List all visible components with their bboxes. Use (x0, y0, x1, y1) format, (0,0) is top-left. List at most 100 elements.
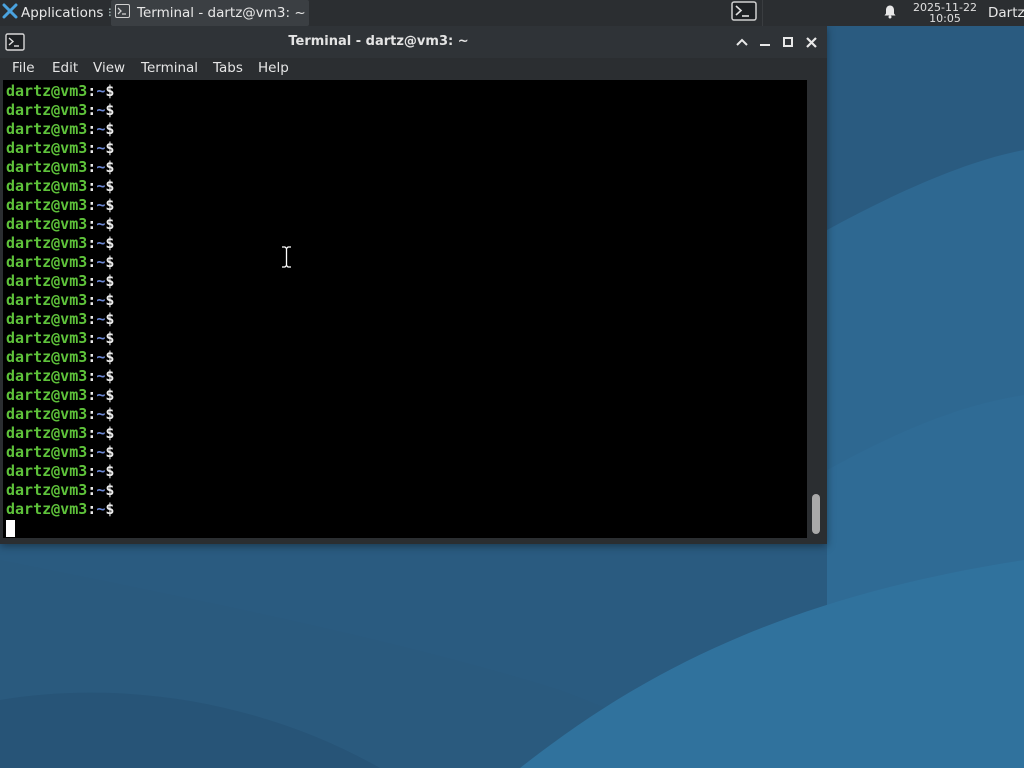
taskbar-terminal-button[interactable]: Terminal - dartz@vm3: ~ (111, 0, 309, 26)
prompt-symbol: $ (105, 234, 115, 252)
menu-terminal[interactable]: Terminal (141, 58, 198, 80)
prompt-user-host: dartz@vm3 (6, 329, 88, 347)
prompt-path: ~ (96, 139, 106, 157)
prompt-path: ~ (96, 101, 106, 119)
prompt-symbol: $ (105, 405, 115, 423)
prompt-symbol: $ (105, 158, 115, 176)
prompt-path: ~ (96, 253, 106, 271)
menu-help[interactable]: Help (258, 58, 289, 80)
terminal-prompt-line: dartz@vm3:~$ (6, 196, 114, 215)
terminal-prompt-line: dartz@vm3:~$ (6, 481, 114, 500)
terminal-output[interactable]: dartz@vm3:~$ dartz@vm3:~$ dartz@vm3:~$ dart… (3, 80, 807, 538)
prompt-symbol: $ (105, 462, 115, 480)
prompt-symbol: $ (105, 215, 115, 233)
prompt-user-host: dartz@vm3 (6, 291, 88, 309)
prompt-symbol: $ (105, 101, 115, 119)
prompt-symbol: $ (105, 443, 115, 461)
minimize-icon[interactable] (757, 34, 773, 50)
prompt-user-host: dartz@vm3 (6, 101, 88, 119)
prompt-path: ~ (96, 500, 106, 518)
prompt-path: ~ (96, 424, 106, 442)
prompt-symbol: $ (105, 310, 115, 328)
prompt-path: ~ (96, 310, 106, 328)
prompt-colon: : (87, 291, 97, 309)
prompt-user-host: dartz@vm3 (6, 500, 88, 518)
prompt-colon: : (87, 481, 97, 499)
applications-menu-button[interactable]: Applications ⠇ (0, 0, 116, 26)
prompt-user-host: dartz@vm3 (6, 215, 88, 233)
prompt-colon: : (87, 367, 97, 385)
prompt-colon: : (87, 196, 97, 214)
notifications-button[interactable] (881, 0, 899, 26)
prompt-path: ~ (96, 177, 106, 195)
terminal-prompt-line: dartz@vm3:~$ (6, 291, 114, 310)
terminal-prompt-line: dartz@vm3:~$ (6, 101, 114, 120)
prompt-path: ~ (96, 291, 106, 309)
terminal-prompt-line: dartz@vm3:~$ (6, 424, 114, 443)
prompt-colon: : (87, 158, 97, 176)
terminal-prompt-line: dartz@vm3:~$ (6, 386, 114, 405)
prompt-colon: : (87, 253, 97, 271)
prompt-colon: : (87, 177, 97, 195)
taskbar-terminal-label: Terminal - dartz@vm3: ~ (137, 5, 306, 21)
menu-file[interactable]: File (12, 58, 35, 80)
prompt-colon: : (87, 348, 97, 366)
window-title: Terminal - dartz@vm3: ~ (288, 34, 469, 49)
text-cursor (6, 520, 15, 537)
close-icon[interactable] (803, 34, 819, 50)
prompt-symbol: $ (105, 272, 115, 290)
user-menu-button[interactable]: Dartz (985, 0, 1024, 26)
prompt-path: ~ (96, 386, 106, 404)
prompt-colon: : (87, 310, 97, 328)
maximize-icon[interactable] (780, 34, 796, 50)
terminal-lines: dartz@vm3:~$ dartz@vm3:~$ dartz@vm3:~$ dart… (6, 82, 114, 519)
prompt-colon: : (87, 101, 97, 119)
terminal-prompt-line: dartz@vm3:~$ (6, 443, 114, 462)
prompt-path: ~ (96, 272, 106, 290)
window-titlebar[interactable]: Terminal - dartz@vm3: ~ (0, 26, 827, 58)
prompt-colon: : (87, 500, 97, 518)
prompt-colon: : (87, 462, 97, 480)
prompt-path: ~ (96, 120, 106, 138)
prompt-colon: : (87, 386, 97, 404)
clock[interactable]: 2025-11-22 10:05 (910, 0, 980, 26)
prompt-path: ~ (96, 234, 106, 252)
prompt-symbol: $ (105, 329, 115, 347)
prompt-symbol: $ (105, 120, 115, 138)
terminal-prompt-line: dartz@vm3:~$ (6, 310, 114, 329)
prompt-user-host: dartz@vm3 (6, 272, 88, 290)
terminal-prompt-line: dartz@vm3:~$ (6, 253, 114, 272)
prompt-user-host: dartz@vm3 (6, 367, 88, 385)
prompt-user-host: dartz@vm3 (6, 253, 88, 271)
prompt-symbol: $ (105, 291, 115, 309)
prompt-path: ~ (96, 158, 106, 176)
clock-time: 10:05 (929, 12, 961, 25)
prompt-user-host: dartz@vm3 (6, 82, 88, 100)
prompt-user-host: dartz@vm3 (6, 443, 88, 461)
prompt-colon: : (87, 272, 97, 290)
menu-edit[interactable]: Edit (52, 58, 78, 80)
chevron-up-icon[interactable] (734, 34, 750, 50)
window-menubar: File Edit View Terminal Tabs Help (0, 58, 827, 80)
menu-view[interactable]: View (93, 58, 125, 80)
terminal-icon (115, 4, 130, 22)
terminal-launcher-button[interactable] (729, 0, 759, 26)
applications-label: Applications (21, 5, 104, 21)
terminal-scrollbar[interactable] (808, 80, 825, 538)
menu-tabs[interactable]: Tabs (213, 58, 243, 80)
prompt-user-host: dartz@vm3 (6, 310, 88, 328)
scrollbar-thumb[interactable] (812, 494, 820, 534)
prompt-symbol: $ (105, 139, 115, 157)
prompt-colon: : (87, 443, 97, 461)
terminal-prompt-line: dartz@vm3:~$ (6, 234, 114, 253)
terminal-prompt-line: dartz@vm3:~$ (6, 348, 114, 367)
prompt-symbol: $ (105, 386, 115, 404)
terminal-prompt-line: dartz@vm3:~$ (6, 120, 114, 139)
prompt-path: ~ (96, 405, 106, 423)
prompt-user-host: dartz@vm3 (6, 120, 88, 138)
prompt-user-host: dartz@vm3 (6, 177, 88, 195)
panel-divider (762, 0, 763, 26)
prompt-colon: : (87, 405, 97, 423)
terminal-prompt-line: dartz@vm3:~$ (6, 272, 114, 291)
prompt-colon: : (87, 215, 97, 233)
